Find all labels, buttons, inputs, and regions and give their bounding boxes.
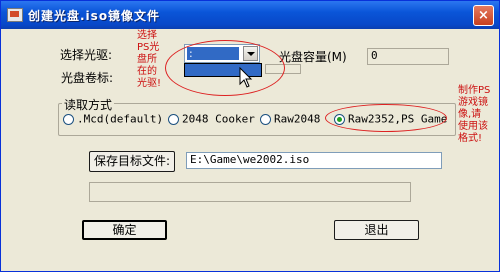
radio-2048-cooker-dot[interactable] — [168, 113, 179, 125]
exit-button[interactable]: 退出 — [334, 220, 419, 240]
app-icon — [7, 8, 23, 22]
radio-2048-cooker[interactable]: 2048 Cooker — [168, 112, 255, 126]
radio-raw2048-label: Raw2048 — [274, 112, 321, 126]
drive-annotation-line: PS光 — [137, 42, 160, 53]
window-title: 创建光盘.iso镜像文件 — [28, 9, 161, 23]
volume-label: 光盘卷标: — [61, 71, 114, 85]
mode-annotation-ellipse — [325, 104, 447, 132]
radio-mcd-default-label: .Mcd(default) — [77, 112, 164, 126]
dialog-window: 创建光盘.iso镜像文件 × 选择光驱: : 光盘容量(M) 0 光盘卷标: 读… — [0, 0, 500, 272]
read-mode-group-title: 读取方式 — [62, 96, 115, 113]
radio-raw2048-dot[interactable] — [260, 113, 271, 125]
mode-annotation: 制作PS 游戏镜 像,请 使用该 格式! — [458, 85, 490, 145]
progress-bar — [89, 182, 411, 202]
drive-annotation-ellipse — [165, 40, 285, 96]
mode-annotation-line: 游戏镜 — [458, 97, 488, 108]
title-bar[interactable]: 创建光盘.iso镜像文件 × — [1, 1, 499, 29]
target-path-input[interactable]: E:\Game\we2002.iso — [186, 152, 442, 169]
mode-annotation-line: 格式! — [458, 133, 483, 144]
capacity-label: 光盘容量(M) — [279, 50, 347, 64]
drive-annotation: 选择 PS光 盘所 在的 光驱! — [137, 30, 161, 90]
radio-2048-cooker-label: 2048 Cooker — [182, 112, 255, 126]
close-button[interactable]: × — [473, 5, 494, 26]
mouse-pointer-icon — [239, 67, 253, 88]
radio-raw2048[interactable]: Raw2048 — [260, 112, 320, 126]
drive-annotation-line: 盘所 — [137, 54, 157, 65]
ok-button[interactable]: 确定 — [82, 220, 167, 240]
drive-annotation-line: 光驱! — [137, 78, 162, 89]
mode-annotation-line: 像,请 — [458, 109, 482, 120]
drive-label: 选择光驱: — [60, 48, 113, 62]
drive-annotation-line: 选择 — [137, 30, 157, 41]
mode-annotation-line: 使用该 — [458, 121, 488, 132]
drive-annotation-line: 在的 — [137, 66, 157, 77]
capacity-field: 0 — [367, 48, 449, 65]
save-target-button[interactable]: 保存目标文件: — [89, 151, 175, 172]
radio-mcd-default[interactable]: .Mcd(default) — [63, 112, 163, 126]
radio-mcd-default-dot[interactable] — [63, 113, 74, 125]
mode-annotation-line: 制作PS — [458, 85, 491, 96]
